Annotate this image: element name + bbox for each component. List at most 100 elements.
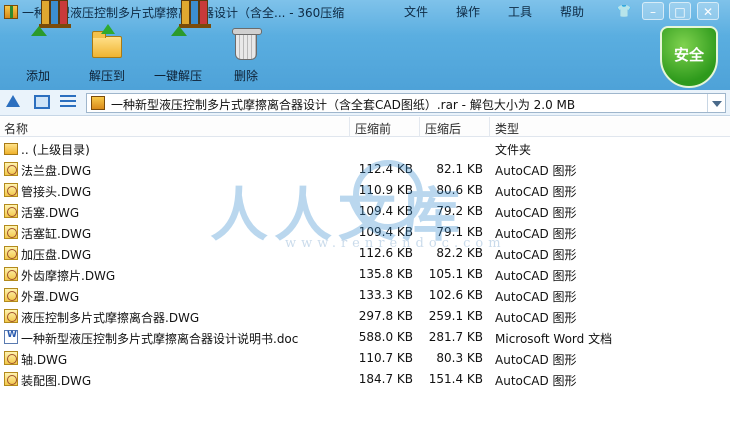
dwg-file-icon xyxy=(4,225,18,239)
extract-to-label: 解压到 xyxy=(88,69,125,83)
menu-file[interactable]: 文件 xyxy=(404,3,428,20)
column-divider[interactable] xyxy=(489,117,490,137)
add-button[interactable]: 添加 xyxy=(6,0,71,86)
column-divider[interactable] xyxy=(419,117,420,137)
file-type: AutoCAD 图形 xyxy=(495,290,577,304)
file-row[interactable]: 活塞缸.DWG 109.4 KB 79.1 KB AutoCAD 图形 xyxy=(0,222,730,243)
file-size: 112.6 KB xyxy=(358,246,413,260)
one-click-extract-button[interactable]: 一键解压 xyxy=(146,0,211,86)
file-name: .. (上级目录) xyxy=(21,143,90,157)
dwg-file-icon xyxy=(4,351,18,365)
file-packed-size: 80.6 KB xyxy=(436,183,483,197)
security-label: 安全 xyxy=(673,46,704,64)
file-packed-size: 102.6 KB xyxy=(428,288,483,302)
file-name: 液压控制多片式摩擦离合器.DWG xyxy=(21,311,200,325)
column-header: 名称 压缩前 压缩后 类型 xyxy=(0,117,730,137)
extract-to-button[interactable]: 解压到 xyxy=(75,24,139,86)
file-type: AutoCAD 图形 xyxy=(495,311,577,325)
file-name: 法兰盘.DWG xyxy=(21,164,92,178)
list-view-icon[interactable] xyxy=(60,95,76,109)
path-field[interactable]: 一种新型液压控制多片式摩擦离合器设计（含全套CAD图纸）.rar - 解包大小为… xyxy=(86,93,726,113)
file-name: 活塞.DWG xyxy=(21,206,80,220)
thumbnail-view-icon[interactable] xyxy=(34,95,50,109)
dwg-file-icon xyxy=(4,309,18,323)
dwg-file-icon xyxy=(4,204,18,218)
file-packed-size: 105.1 KB xyxy=(428,267,483,281)
dwg-file-icon xyxy=(4,372,18,386)
folder-icon xyxy=(4,143,18,155)
file-size: 110.9 KB xyxy=(358,183,413,197)
column-packed[interactable]: 压缩后 xyxy=(425,120,461,137)
file-name: 加压盘.DWG xyxy=(21,248,92,262)
file-row-parent[interactable]: .. (上级目录) 文件夹 xyxy=(0,138,730,159)
file-row[interactable]: 法兰盘.DWG 112.4 KB 82.1 KB AutoCAD 图形 xyxy=(0,159,730,180)
file-size: 184.7 KB xyxy=(358,372,413,386)
file-packed-size: 82.1 KB xyxy=(436,162,483,176)
file-type: AutoCAD 图形 xyxy=(495,248,577,262)
one-click-extract-label: 一键解压 xyxy=(153,69,202,83)
column-type[interactable]: 类型 xyxy=(495,120,519,137)
file-row[interactable]: 加压盘.DWG 112.6 KB 82.2 KB AutoCAD 图形 xyxy=(0,243,730,264)
path-text: 一种新型液压控制多片式摩擦离合器设计（含全套CAD图纸）.rar - 解包大小为… xyxy=(111,98,576,112)
file-row[interactable]: 装配图.DWG 184.7 KB 151.4 KB AutoCAD 图形 xyxy=(0,369,730,390)
dwg-file-icon xyxy=(4,162,18,176)
delete-label: 删除 xyxy=(233,69,258,83)
file-row[interactable]: 外齿摩擦片.DWG 135.8 KB 105.1 KB AutoCAD 图形 xyxy=(0,264,730,285)
file-row[interactable]: 轴.DWG 110.7 KB 80.3 KB AutoCAD 图形 xyxy=(0,348,730,369)
file-type: AutoCAD 图形 xyxy=(495,374,577,388)
column-size[interactable]: 压缩前 xyxy=(355,120,391,137)
file-name: 外罩.DWG xyxy=(21,290,80,304)
file-packed-size: 80.3 KB xyxy=(436,351,483,365)
add-archive-icon xyxy=(21,0,71,62)
chevron-down-icon[interactable] xyxy=(707,94,725,112)
dwg-file-icon xyxy=(4,288,18,302)
column-divider[interactable] xyxy=(349,117,350,137)
trash-icon xyxy=(229,28,263,62)
file-packed-size: 79.2 KB xyxy=(436,204,483,218)
up-arrow-icon[interactable] xyxy=(6,95,20,107)
file-row[interactable]: 活塞.DWG 109.4 KB 79.2 KB AutoCAD 图形 xyxy=(0,201,730,222)
dwg-file-icon xyxy=(4,267,18,281)
extract-folder-icon xyxy=(90,24,124,62)
menu-help[interactable]: 帮助 xyxy=(560,3,584,20)
skin-icon[interactable]: 👕 xyxy=(613,2,635,20)
file-name: 轴.DWG xyxy=(21,353,68,367)
archive-icon xyxy=(91,96,105,110)
file-size: 110.7 KB xyxy=(358,351,413,365)
menu-operation[interactable]: 操作 xyxy=(456,3,480,20)
file-name: 装配图.DWG xyxy=(21,374,92,388)
header-band: 一种新型液压控制多片式摩擦离合器设计（含全... - 360压缩 文件 操作 工… xyxy=(0,0,730,90)
file-type: 文件夹 xyxy=(495,143,532,157)
file-type: AutoCAD 图形 xyxy=(495,164,577,178)
file-name: 管接头.DWG xyxy=(21,185,92,199)
file-type: AutoCAD 图形 xyxy=(495,206,577,220)
file-name: 一种新型液压控制多片式摩擦离合器设计说明书.doc xyxy=(21,332,299,346)
file-size: 112.4 KB xyxy=(358,162,413,176)
file-size: 109.4 KB xyxy=(358,225,413,239)
file-packed-size: 281.7 KB xyxy=(428,330,483,344)
file-row[interactable]: 一种新型液压控制多片式摩擦离合器设计说明书.doc 588.0 KB 281.7… xyxy=(0,327,730,348)
file-type: AutoCAD 图形 xyxy=(495,353,577,367)
file-row[interactable]: 液压控制多片式摩擦离合器.DWG 297.8 KB 259.1 KB AutoC… xyxy=(0,306,730,327)
column-name[interactable]: 名称 xyxy=(4,120,28,137)
file-packed-size: 82.2 KB xyxy=(436,246,483,260)
maximize-button[interactable]: □ xyxy=(669,2,691,20)
address-bar: 一种新型液压控制多片式摩擦离合器设计（含全套CAD图纸）.rar - 解包大小为… xyxy=(0,90,730,116)
title-bar: 一种新型液压控制多片式摩擦离合器设计（含全... - 360压缩 文件 操作 工… xyxy=(0,0,730,24)
dwg-file-icon xyxy=(4,183,18,197)
file-name: 活塞缸.DWG xyxy=(21,227,92,241)
file-packed-size: 259.1 KB xyxy=(428,309,483,323)
file-list: .. (上级目录) 文件夹 法兰盘.DWG 112.4 KB 82.1 KB A… xyxy=(0,138,730,390)
add-label: 添加 xyxy=(25,69,50,83)
minimize-button[interactable]: – xyxy=(642,2,664,20)
close-button[interactable]: ✕ xyxy=(697,2,719,20)
file-row[interactable]: 外罩.DWG 133.3 KB 102.6 KB AutoCAD 图形 xyxy=(0,285,730,306)
menu-tools[interactable]: 工具 xyxy=(508,3,532,20)
file-type: AutoCAD 图形 xyxy=(495,227,577,241)
file-packed-size: 79.1 KB xyxy=(436,225,483,239)
file-row[interactable]: 管接头.DWG 110.9 KB 80.6 KB AutoCAD 图形 xyxy=(0,180,730,201)
delete-button[interactable]: 删除 xyxy=(214,28,278,86)
app-logo-icon xyxy=(4,5,18,19)
doc-file-icon xyxy=(4,330,18,344)
security-shield-button[interactable]: 安全 xyxy=(660,26,718,88)
